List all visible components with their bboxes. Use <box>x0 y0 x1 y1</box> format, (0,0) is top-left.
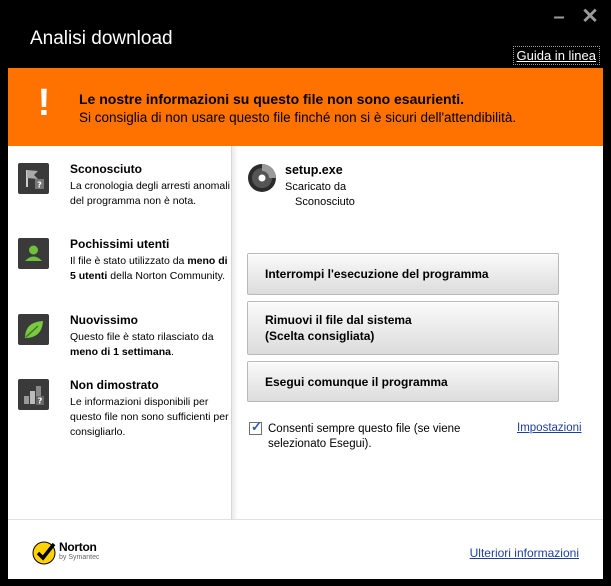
download-insight-window: Analisi download – ✕ Guida in linea ! Le… <box>0 0 611 586</box>
details-panel: ? Sconosciuto La cronologia degli arrest… <box>8 146 603 519</box>
user-icon <box>18 238 49 269</box>
info-title: Non dimostrato <box>70 378 159 392</box>
info-description: Il file è stato utilizzato da meno di 5 … <box>70 255 228 282</box>
unknown-flag-icon: ? <box>18 163 49 194</box>
disc-icon <box>247 163 277 193</box>
more-info-link[interactable]: Ulteriori informazioni <box>470 546 579 560</box>
norton-brand-sub: by Symantec <box>59 554 100 561</box>
file-source: Scaricato da Sconosciuto <box>285 181 355 208</box>
minimize-button[interactable]: – <box>548 6 570 28</box>
footer: Norton by Symantec Ulteriori informazion… <box>8 519 603 579</box>
warning-exclamation-icon: ! <box>37 82 51 124</box>
window-title: Analisi download <box>30 28 173 49</box>
info-title: Sconosciuto <box>70 162 143 176</box>
warning-banner: ! Le nostre informazioni su questo file … <box>8 68 603 146</box>
leaf-icon <box>18 314 49 345</box>
svg-text:?: ? <box>38 397 43 406</box>
close-button[interactable]: ✕ <box>579 6 601 28</box>
unproven-chart-icon: ? <box>18 379 49 410</box>
run-anyway-button[interactable]: Esegui comunque il programma <box>247 361 559 402</box>
file-name: setup.exe <box>285 163 343 177</box>
info-description: Le informazioni disponibili per questo f… <box>70 396 229 438</box>
checkmark-icon: ✓ <box>251 419 262 434</box>
always-allow-label[interactable]: Consenti sempre questo file (se viene se… <box>268 422 473 452</box>
remove-file-button[interactable]: Rimuovi il file dal sistema (Scelta cons… <box>247 301 559 355</box>
banner-title: Le nostre informazioni su questo file no… <box>79 91 465 107</box>
online-help-link[interactable]: Guida in linea <box>512 46 600 65</box>
norton-brand: Norton <box>59 540 97 554</box>
settings-link[interactable]: Impostazioni <box>517 422 582 434</box>
stop-program-button[interactable]: Interrompi l'esecuzione del programma <box>247 253 559 295</box>
norton-check-icon <box>31 538 59 566</box>
info-title: Nuovissimo <box>70 313 139 327</box>
banner-subtitle: Si consiglia di non usare questo file fi… <box>79 110 517 125</box>
title-bar: Analisi download – ✕ Guida in linea <box>0 0 611 68</box>
always-allow-checkbox[interactable]: ✓ <box>249 419 262 435</box>
info-title: Pochissimi utenti <box>70 237 170 251</box>
svg-text:?: ? <box>37 181 42 190</box>
info-description: Questo file è stato rilasciato da meno d… <box>70 331 214 358</box>
info-description: La cronologia degli arresti anomali del … <box>70 180 230 207</box>
